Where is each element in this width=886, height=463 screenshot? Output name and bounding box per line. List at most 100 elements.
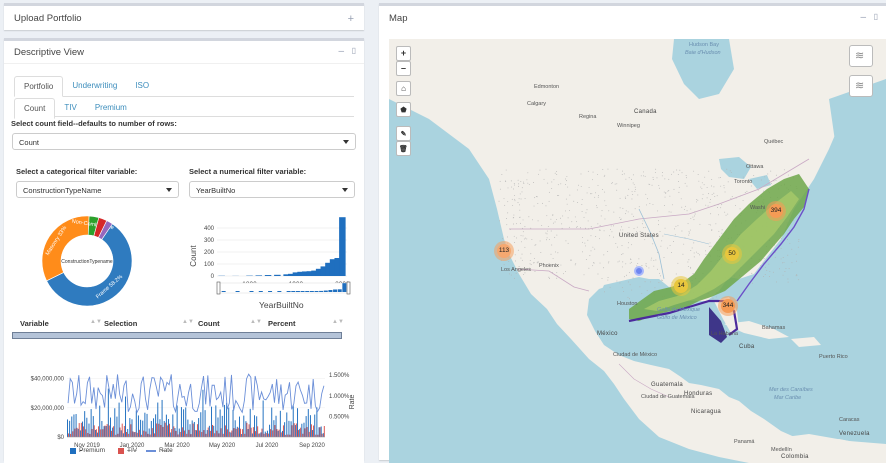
sort-icon[interactable]: ▲▼ — [332, 319, 344, 325]
ts-tiv-bar[interactable] — [257, 426, 258, 437]
ts-tiv-bar[interactable] — [221, 428, 222, 437]
ts-premium-bar[interactable] — [108, 389, 109, 437]
ts-tiv-bar[interactable] — [74, 429, 75, 437]
ts-premium-bar[interactable] — [82, 422, 83, 437]
ts-tiv-bar[interactable] — [113, 426, 114, 437]
ts-premium-bar[interactable] — [209, 426, 210, 437]
ts-tiv-bar[interactable] — [169, 424, 170, 437]
ts-tiv-bar[interactable] — [83, 426, 84, 437]
ts-tiv-bar[interactable] — [236, 429, 237, 437]
ts-tiv-bar[interactable] — [68, 433, 69, 437]
ts-tiv-bar[interactable] — [163, 427, 164, 437]
ts-tiv-bar[interactable] — [122, 424, 123, 437]
ts-premium-bar[interactable] — [93, 416, 94, 437]
ts-premium-bar[interactable] — [243, 416, 244, 437]
ts-tiv-bar[interactable] — [249, 424, 250, 437]
cat-filter-select[interactable]: ConstructionTypeName — [16, 181, 179, 198]
ts-tiv-bar[interactable] — [70, 434, 71, 437]
ts-premium-bar[interactable] — [224, 405, 225, 437]
sort-icon[interactable]: ▲▼ — [182, 319, 194, 325]
ts-tiv-bar[interactable] — [135, 432, 136, 437]
ts-tiv-bar[interactable] — [212, 425, 213, 437]
ts-premium-bar[interactable] — [273, 420, 274, 437]
ts-premium-bar[interactable] — [312, 430, 313, 437]
ts-premium-bar[interactable] — [310, 415, 311, 437]
ts-premium-bar[interactable] — [192, 420, 193, 437]
histogram-bar[interactable] — [339, 217, 346, 276]
ts-premium-bar[interactable] — [198, 418, 199, 437]
ts-premium-bar[interactable] — [112, 428, 113, 437]
ts-premium-bar[interactable] — [187, 420, 188, 437]
ts-tiv-bar[interactable] — [234, 428, 235, 437]
ts-tiv-bar[interactable] — [268, 434, 269, 437]
ts-tiv-bar[interactable] — [203, 430, 204, 437]
ts-premium-bar[interactable] — [304, 423, 305, 437]
col-percent[interactable]: Percent — [268, 319, 296, 328]
ts-tiv-bar[interactable] — [264, 434, 265, 437]
map-canvas[interactable]: Hudson Bay Baie d'Hudson Canada Edmonton… — [389, 39, 886, 463]
ts-premium-bar[interactable] — [142, 421, 143, 437]
ts-premium-bar[interactable] — [175, 428, 176, 437]
ts-premium-bar[interactable] — [97, 433, 98, 437]
ts-tiv-bar[interactable] — [246, 423, 247, 437]
ts-premium-bar[interactable] — [84, 411, 85, 437]
ts-tiv-bar[interactable] — [216, 431, 217, 437]
ts-tiv-bar[interactable] — [311, 424, 312, 437]
ts-premium-bar[interactable] — [138, 415, 139, 437]
ts-premium-bar[interactable] — [205, 410, 206, 437]
ts-tiv-bar[interactable] — [165, 423, 166, 437]
ts-premium-bar[interactable] — [101, 421, 102, 437]
ts-premium-bar[interactable] — [215, 405, 216, 437]
ts-premium-bar[interactable] — [258, 434, 259, 437]
tab-iso[interactable]: ISO — [126, 76, 158, 97]
ts-tiv-bar[interactable] — [231, 431, 232, 437]
ts-tiv-bar[interactable] — [298, 430, 299, 437]
ts-premium-bar[interactable] — [149, 428, 150, 437]
ts-tiv-bar[interactable] — [208, 427, 209, 437]
ts-premium-bar[interactable] — [282, 431, 283, 437]
ts-tiv-bar[interactable] — [184, 431, 185, 437]
ts-premium-bar[interactable] — [211, 407, 212, 437]
ts-tiv-bar[interactable] — [156, 423, 157, 437]
ts-tiv-bar[interactable] — [193, 424, 194, 437]
ts-premium-bar[interactable] — [121, 430, 122, 437]
ts-tiv-bar[interactable] — [160, 425, 161, 437]
ts-tiv-bar[interactable] — [300, 428, 301, 437]
ts-premium-bar[interactable] — [239, 417, 240, 437]
ts-premium-bar[interactable] — [213, 426, 214, 437]
ts-tiv-bar[interactable] — [87, 433, 88, 437]
ts-premium-bar[interactable] — [76, 414, 77, 437]
ts-tiv-bar[interactable] — [120, 427, 121, 437]
ts-premium-bar[interactable] — [233, 410, 234, 437]
ts-tiv-bar[interactable] — [296, 423, 297, 437]
ts-premium-bar[interactable] — [80, 430, 81, 437]
ts-premium-bar[interactable] — [271, 408, 272, 437]
ts-tiv-bar[interactable] — [210, 431, 211, 437]
ts-tiv-bar[interactable] — [96, 429, 97, 437]
ts-premium-bar[interactable] — [248, 429, 249, 437]
ts-premium-bar[interactable] — [194, 422, 195, 437]
ts-premium-bar[interactable] — [261, 432, 262, 437]
ts-tiv-bar[interactable] — [132, 431, 133, 437]
ts-tiv-bar[interactable] — [186, 434, 187, 437]
ts-premium-bar[interactable] — [69, 421, 70, 437]
ts-premium-bar[interactable] — [293, 405, 294, 437]
ts-premium-bar[interactable] — [299, 429, 300, 437]
construction-donut-chart[interactable]: Frame 58.2%Masonry 33%Non-CombustibleCon… — [31, 211, 151, 311]
ts-tiv-bar[interactable] — [289, 435, 290, 437]
ts-premium-bar[interactable] — [207, 430, 208, 437]
tab-portfolio[interactable]: Portfolio — [14, 76, 63, 97]
ts-premium-bar[interactable] — [86, 418, 87, 437]
zoom-in-button[interactable]: + — [396, 46, 411, 61]
ts-premium-bar[interactable] — [99, 406, 100, 437]
ts-tiv-bar[interactable] — [137, 433, 138, 437]
subtab-premium[interactable]: Premium — [86, 98, 136, 119]
ts-tiv-bar[interactable] — [283, 425, 284, 437]
ts-premium-bar[interactable] — [297, 408, 298, 437]
ts-tiv-bar[interactable] — [178, 434, 179, 437]
ts-premium-bar[interactable] — [181, 407, 182, 437]
ts-premium-bar[interactable] — [67, 419, 68, 437]
ts-tiv-bar[interactable] — [188, 430, 189, 437]
tab-underwriting[interactable]: Underwriting — [63, 76, 126, 97]
ts-premium-bar[interactable] — [73, 414, 74, 437]
